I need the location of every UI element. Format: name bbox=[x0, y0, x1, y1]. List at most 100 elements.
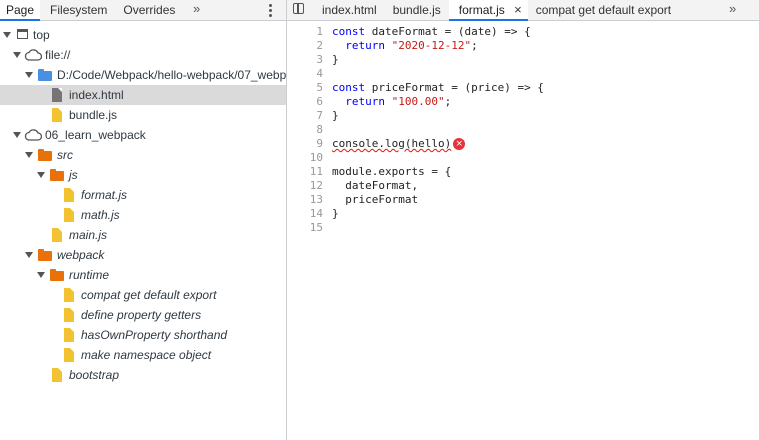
line-number[interactable]: 15 bbox=[287, 221, 323, 235]
js-file-icon bbox=[64, 188, 74, 202]
tree-item-runtime[interactable]: runtime bbox=[0, 265, 286, 285]
tree-item-make-namespace-object[interactable]: make namespace object bbox=[0, 345, 286, 365]
tab-index-html[interactable]: index.html bbox=[316, 0, 383, 20]
tree-item-compat-get-default-export[interactable]: compat get default export bbox=[0, 285, 286, 305]
tab-format-js[interactable]: format.js × bbox=[448, 0, 528, 21]
line-number[interactable]: 2 bbox=[287, 39, 323, 53]
js-file-icon bbox=[52, 228, 62, 242]
line-number[interactable]: 12 bbox=[287, 179, 323, 193]
line-number[interactable]: 10 bbox=[287, 151, 323, 165]
code-line: 12 dateFormat, bbox=[287, 179, 759, 193]
tree-item-webpack-origin[interactable]: 06_learn_webpack bbox=[0, 125, 286, 145]
js-file-icon bbox=[64, 328, 74, 342]
expand-arrow-icon[interactable] bbox=[25, 252, 33, 258]
line-number[interactable]: 14 bbox=[287, 207, 323, 221]
error-icon[interactable]: × bbox=[453, 138, 466, 150]
code-line: 13 priceFormat bbox=[287, 193, 759, 207]
tree-item-format-js[interactable]: format.js bbox=[0, 185, 286, 205]
code-line: 3} bbox=[287, 53, 759, 67]
line-number[interactable]: 8 bbox=[287, 123, 323, 137]
js-file-icon bbox=[64, 308, 74, 322]
folder-icon bbox=[38, 249, 52, 261]
tree-item-main-js[interactable]: main.js bbox=[0, 225, 286, 245]
folder-icon bbox=[38, 149, 52, 161]
code-line: 2 return "2020-12-12"; bbox=[287, 39, 759, 53]
code-line: 8 bbox=[287, 123, 759, 137]
toggle-navigator-icon[interactable] bbox=[293, 3, 304, 14]
more-tabs-chevron-icon[interactable]: » bbox=[193, 0, 200, 20]
code-line: 4 bbox=[287, 67, 759, 81]
expand-arrow-icon[interactable] bbox=[25, 72, 33, 78]
tree-item-label: bundle.js bbox=[69, 108, 118, 122]
tree-item-bundle-js[interactable]: bundle.js bbox=[0, 105, 286, 125]
code-text: } bbox=[332, 109, 339, 122]
tree-item-label: top bbox=[33, 28, 50, 42]
tree-item-math-js[interactable]: math.js bbox=[0, 205, 286, 225]
tree-item-label: src bbox=[57, 148, 73, 162]
line-number[interactable]: 4 bbox=[287, 67, 323, 81]
code-line: 6 return "100.00"; bbox=[287, 95, 759, 109]
tree-item-label: make namespace object bbox=[81, 348, 212, 362]
tree-item-webpack[interactable]: webpack bbox=[0, 245, 286, 265]
tree-item-js[interactable]: js bbox=[0, 165, 286, 185]
kebab-menu-icon[interactable] bbox=[264, 3, 276, 17]
expand-arrow-icon[interactable] bbox=[13, 132, 21, 138]
tree-item-label: file:// bbox=[45, 48, 71, 62]
code-editor[interactable]: 1 const dateFormat = (date) => { 2 return… bbox=[287, 25, 759, 235]
code-text: dateFormat, bbox=[332, 179, 419, 192]
js-file-icon bbox=[52, 368, 62, 382]
tree-item-file-scheme[interactable]: file:// bbox=[0, 45, 286, 65]
tree-item-src[interactable]: src bbox=[0, 145, 286, 165]
tree-item-hasownproperty-shorthand[interactable]: hasOwnProperty shorthand bbox=[0, 325, 286, 345]
line-number[interactable]: 1 bbox=[287, 25, 323, 39]
code-text: const priceFormat = (price) => { bbox=[332, 81, 544, 94]
tree-item-label: bootstrap bbox=[69, 368, 120, 382]
tab-label: format.js bbox=[458, 3, 505, 17]
tree-item-label: js bbox=[69, 168, 78, 182]
code-line-error: 9 console.log(hello) × bbox=[287, 137, 759, 151]
tree-item-label: runtime bbox=[69, 268, 110, 282]
code-line: 15 bbox=[287, 221, 759, 235]
tab-page[interactable]: Page bbox=[0, 0, 41, 21]
expand-arrow-icon[interactable] bbox=[37, 172, 45, 178]
js-file-icon bbox=[64, 288, 74, 302]
expand-arrow-icon[interactable] bbox=[25, 152, 33, 158]
cloud-icon bbox=[24, 49, 42, 61]
more-tabs-chevron-icon[interactable]: » bbox=[729, 0, 736, 20]
code-line: 1 const dateFormat = (date) => { bbox=[287, 25, 759, 39]
line-number[interactable]: 9 bbox=[287, 137, 323, 151]
code-line: 14} bbox=[287, 207, 759, 221]
line-number[interactable]: 7 bbox=[287, 109, 323, 123]
expand-arrow-icon[interactable] bbox=[37, 272, 45, 278]
tree-item-label: hasOwnProperty shorthand bbox=[81, 328, 228, 342]
close-tab-icon[interactable]: × bbox=[514, 2, 522, 17]
line-number[interactable]: 6 bbox=[287, 95, 323, 109]
line-number[interactable]: 3 bbox=[287, 53, 323, 67]
editor-tabbar: index.html bundle.js format.js × compat … bbox=[287, 0, 759, 21]
expand-arrow-icon[interactable] bbox=[3, 32, 11, 38]
source-editor-panel: index.html bundle.js format.js × compat … bbox=[287, 0, 759, 440]
tab-compat-get-default-export[interactable]: compat get default export bbox=[528, 0, 677, 20]
tab-overrides[interactable]: Overrides bbox=[115, 0, 183, 20]
tree-item-project-folder[interactable]: D:/Code/Webpack/hello-webpack/07_webp bbox=[0, 65, 286, 85]
tree-item-index-html[interactable]: index.html bbox=[0, 85, 286, 105]
code-text: priceFormat bbox=[332, 193, 419, 206]
tree-item-label: define property getters bbox=[81, 308, 202, 322]
code-text: return "2020-12-12"; bbox=[332, 39, 478, 52]
line-number[interactable]: 13 bbox=[287, 193, 323, 207]
tab-filesystem[interactable]: Filesystem bbox=[40, 0, 115, 20]
code-text: } bbox=[332, 53, 339, 66]
tree-item-label: D:/Code/Webpack/hello-webpack/07_webp bbox=[57, 68, 287, 82]
tree-item-label: index.html bbox=[69, 88, 124, 102]
tree-item-define-property-getters[interactable]: define property getters bbox=[0, 305, 286, 325]
tree-item-top[interactable]: top bbox=[0, 25, 286, 45]
tree-item-bootstrap[interactable]: bootstrap bbox=[0, 365, 286, 385]
js-file-icon bbox=[64, 348, 74, 362]
line-number[interactable]: 5 bbox=[287, 81, 323, 95]
tab-bundle-js[interactable]: bundle.js bbox=[383, 0, 449, 20]
expand-arrow-icon[interactable] bbox=[13, 52, 21, 58]
line-number[interactable]: 11 bbox=[287, 165, 323, 179]
code-line: 5 const priceFormat = (price) => { bbox=[287, 81, 759, 95]
js-file-icon bbox=[52, 108, 62, 122]
sources-navigator: Page Filesystem Overrides » top file:// … bbox=[0, 0, 287, 440]
